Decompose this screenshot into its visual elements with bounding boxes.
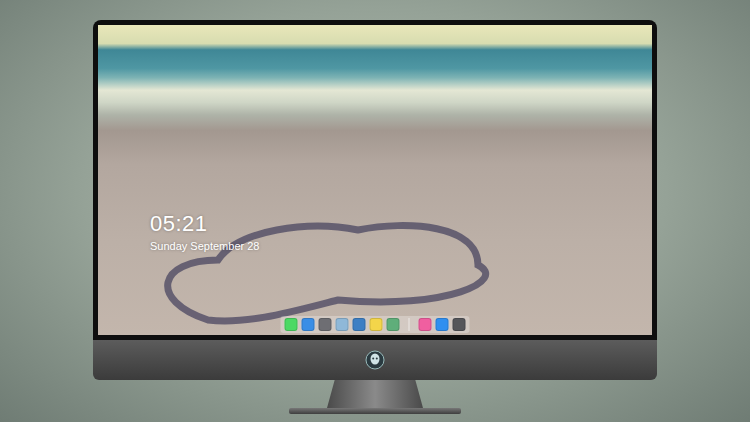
brand-logo-icon xyxy=(365,350,385,370)
stand-base xyxy=(289,408,461,414)
dock-app-icon[interactable] xyxy=(370,318,383,331)
desktop-screen: 05:21 Sunday September 28 xyxy=(98,25,652,335)
dock-app-icon[interactable] xyxy=(436,318,449,331)
monitor: 05:21 Sunday September 28 xyxy=(93,20,657,340)
stand-neck xyxy=(327,380,423,408)
dock xyxy=(281,316,470,333)
dock-separator xyxy=(409,318,410,331)
dock-app-icon[interactable] xyxy=(319,318,332,331)
lock-clock: 05:21 Sunday September 28 xyxy=(150,211,259,254)
dock-app-icon[interactable] xyxy=(419,318,432,331)
dock-app-icon[interactable] xyxy=(336,318,349,331)
dock-app-icon[interactable] xyxy=(353,318,366,331)
dock-app-icon[interactable] xyxy=(285,318,298,331)
clock-date: Sunday September 28 xyxy=(150,239,259,253)
clock-time: 05:21 xyxy=(150,211,259,236)
dock-app-icon[interactable] xyxy=(453,318,466,331)
monitor-chin xyxy=(93,340,657,380)
dock-app-icon[interactable] xyxy=(387,318,400,331)
wallpaper-heart xyxy=(148,190,568,335)
dock-app-icon[interactable] xyxy=(302,318,315,331)
